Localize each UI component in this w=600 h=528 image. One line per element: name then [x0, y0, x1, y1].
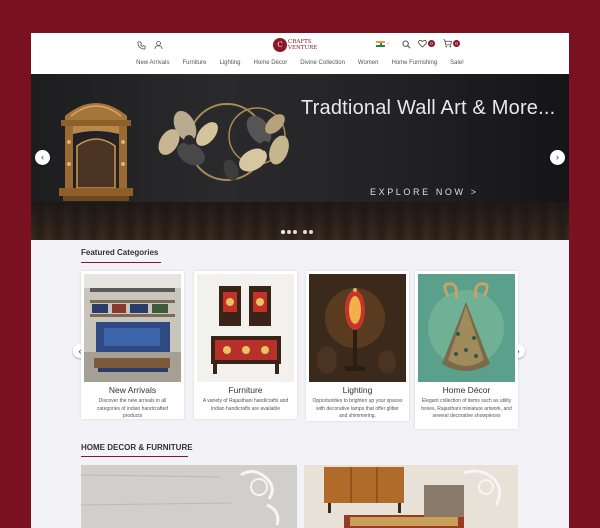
user-icon[interactable]: [154, 40, 163, 50]
nav-item-furniture[interactable]: Furniture: [176, 60, 213, 66]
main-nav: New Arrivals Furniture Lighting Home Déc…: [31, 60, 569, 66]
search-icon[interactable]: [402, 40, 411, 49]
nav-item-home-furnishing[interactable]: Home Furnishing: [385, 60, 444, 66]
metal-leaf-wall-art-image: [158, 103, 289, 181]
category-card-description: Elegant collection of items such as util…: [421, 398, 512, 419]
logo-mark: C: [273, 38, 287, 52]
home-decor-banner-image-left[interactable]: [81, 465, 297, 528]
category-card-description: Discover the new arrivals in all categor…: [96, 398, 169, 419]
nav-item-women[interactable]: Women: [351, 60, 385, 66]
nav-item-lighting[interactable]: Lighting: [213, 60, 247, 66]
featured-title-underline: [81, 262, 161, 263]
slide-dot[interactable]: [303, 230, 307, 234]
home-decor-title-underline: [81, 456, 188, 457]
lighting-image: [309, 274, 406, 382]
category-card-title: New Arrivals: [108, 385, 157, 395]
slide-dot[interactable]: [309, 230, 313, 234]
category-card-title: Furniture: [228, 385, 263, 395]
jharokha-wall-art-image: [59, 103, 133, 201]
category-card-home-decor[interactable]: Home Décor Elegant collection of items s…: [415, 271, 518, 429]
logo-line-2: VENTURE: [288, 45, 318, 51]
nav-item-new-arrivals[interactable]: New Arrivals: [130, 60, 176, 66]
slide-dot[interactable]: [293, 230, 297, 234]
page: C CRAFTS VENTURE ⌄ 0 0 New Arrivals Furn…: [31, 33, 569, 528]
new-arrivals-image: [84, 274, 181, 382]
category-card-furniture[interactable]: Furniture A variety of Rajasthani handic…: [194, 271, 297, 419]
furniture-image: [197, 274, 294, 382]
category-card-title: Lighting: [342, 385, 373, 395]
hero-next-arrow-icon[interactable]: ›: [550, 150, 565, 165]
site-header: C CRAFTS VENTURE ⌄ 0 0 New Arrivals Furn…: [31, 33, 569, 74]
slide-dot[interactable]: [287, 230, 291, 234]
cart-count-badge: 0: [453, 40, 460, 47]
language-chevron-icon[interactable]: ⌄: [386, 40, 390, 46]
home-decor-banner-image-right[interactable]: [304, 465, 518, 528]
phone-icon[interactable]: [137, 41, 146, 50]
heart-icon: [418, 39, 427, 48]
hero-banner[interactable]: Tradtional Wall Art & More... EXPLORE NO…: [31, 74, 569, 240]
hero-prev-arrow-icon[interactable]: ‹: [35, 150, 50, 165]
hero-slide-dots: [281, 230, 313, 234]
hero-title: Tradtional Wall Art & More...: [301, 97, 556, 119]
category-card-description: A variety of Rajasthani handicrafts and …: [202, 398, 289, 412]
category-card-new-arrivals[interactable]: New Arrivals Discover the new arrivals i…: [81, 271, 184, 419]
hero-explore-button[interactable]: EXPLORE NOW >: [370, 187, 479, 197]
site-logo[interactable]: C CRAFTS VENTURE: [273, 38, 317, 52]
home-decor-furniture-title: HOME DECOR & FURNITURE: [81, 443, 193, 452]
india-flag-icon[interactable]: [376, 41, 385, 47]
wishlist-count-badge: 0: [428, 40, 435, 47]
nav-item-home-decor[interactable]: Home Décor: [247, 60, 294, 66]
wishlist-button[interactable]: 0: [418, 39, 435, 48]
cart-icon: [443, 39, 452, 48]
category-card-title: Home Décor: [442, 385, 491, 395]
category-card-description: Opportunities to brighten up your spaces…: [312, 398, 403, 419]
nav-item-sale[interactable]: Sale!: [444, 60, 471, 66]
home-decor-image: [418, 274, 515, 382]
nav-item-divine-collection[interactable]: Divine Collection: [294, 60, 352, 66]
category-card-lighting[interactable]: Lighting Opportunities to brighten up yo…: [306, 271, 409, 421]
featured-categories-title: Featured Categories: [81, 248, 159, 257]
slide-dot[interactable]: [281, 230, 285, 234]
cart-button[interactable]: 0: [443, 39, 460, 48]
